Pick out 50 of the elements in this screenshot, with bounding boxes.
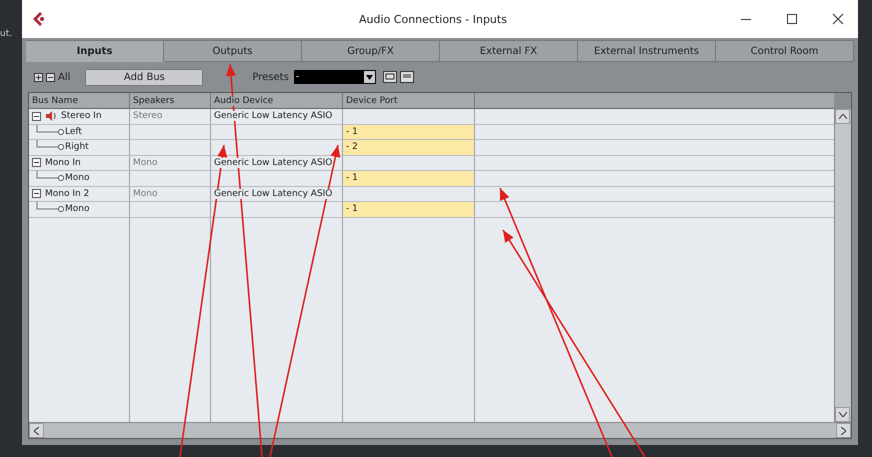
column-header[interactable]: Speakers bbox=[130, 93, 211, 109]
speakers-cell: Stereo bbox=[133, 111, 162, 122]
port-name: Left bbox=[65, 126, 82, 137]
speakers-cell: Mono bbox=[133, 158, 158, 168]
audio-device-cell: Generic Low Latency ASIO bbox=[214, 188, 332, 199]
port-name: Mono bbox=[65, 173, 90, 184]
collapse-toggle-icon[interactable] bbox=[32, 189, 41, 198]
bus-name: Stereo In bbox=[61, 111, 102, 122]
device-port-cell[interactable]: - 1 bbox=[343, 171, 475, 186]
audio-device-cell: Generic Low Latency ASIO bbox=[214, 111, 332, 122]
bus-name: Mono In 2 bbox=[45, 188, 90, 199]
tab[interactable]: Inputs bbox=[26, 40, 164, 62]
port-name: Mono bbox=[65, 204, 90, 214]
expand-icon[interactable] bbox=[34, 72, 43, 82]
add-bus-button[interactable]: Add Bus bbox=[85, 68, 204, 86]
collapse-toggle-icon[interactable] bbox=[32, 112, 41, 121]
tab[interactable]: External FX bbox=[440, 40, 578, 62]
window-title: Audio Connections - Inputs bbox=[358, 12, 508, 26]
tab[interactable]: External Instruments bbox=[578, 40, 716, 62]
tab[interactable]: Control Room bbox=[716, 40, 854, 62]
delete-preset-icon[interactable] bbox=[400, 71, 414, 83]
collapse-toggle-icon[interactable] bbox=[32, 158, 41, 168]
scroll-up-icon[interactable] bbox=[838, 114, 846, 119]
scroll-left-icon[interactable] bbox=[34, 426, 39, 434]
column-header[interactable]: Audio Device bbox=[211, 93, 343, 109]
device-port-cell[interactable]: - 1 bbox=[343, 202, 475, 216]
vertical-scrollbar[interactable] bbox=[834, 109, 851, 422]
column-header[interactable]: Device Port bbox=[343, 93, 475, 109]
maximize-icon[interactable] bbox=[786, 13, 798, 25]
horizontal-scrollbar[interactable] bbox=[29, 422, 851, 438]
presets-label: Presets bbox=[252, 72, 289, 82]
close-icon[interactable] bbox=[832, 13, 844, 25]
speakers-cell: Mono bbox=[133, 188, 158, 199]
scroll-right-icon[interactable] bbox=[841, 426, 846, 434]
expand-all-label: All bbox=[58, 72, 70, 82]
collapse-icon[interactable] bbox=[46, 72, 55, 82]
dropdown-arrow-icon[interactable] bbox=[366, 74, 373, 80]
save-preset-icon[interactable] bbox=[382, 71, 397, 83]
scroll-down-icon[interactable] bbox=[838, 412, 846, 417]
port-name: Right bbox=[65, 142, 89, 152]
tab[interactable]: Outputs bbox=[164, 40, 302, 62]
audio-device-cell: Generic Low Latency ASIO bbox=[214, 158, 332, 168]
device-port-cell[interactable]: - 1 bbox=[343, 124, 475, 139]
tab[interactable]: Group/FX bbox=[302, 40, 440, 62]
app-logo-icon bbox=[32, 11, 46, 27]
presets-dropdown[interactable]: - bbox=[294, 70, 376, 84]
device-port-cell[interactable]: - 2 bbox=[343, 140, 475, 154]
background-label: ut. bbox=[0, 29, 12, 39]
bus-name: Mono In bbox=[45, 158, 81, 168]
column-header[interactable]: Bus Name bbox=[29, 93, 130, 109]
